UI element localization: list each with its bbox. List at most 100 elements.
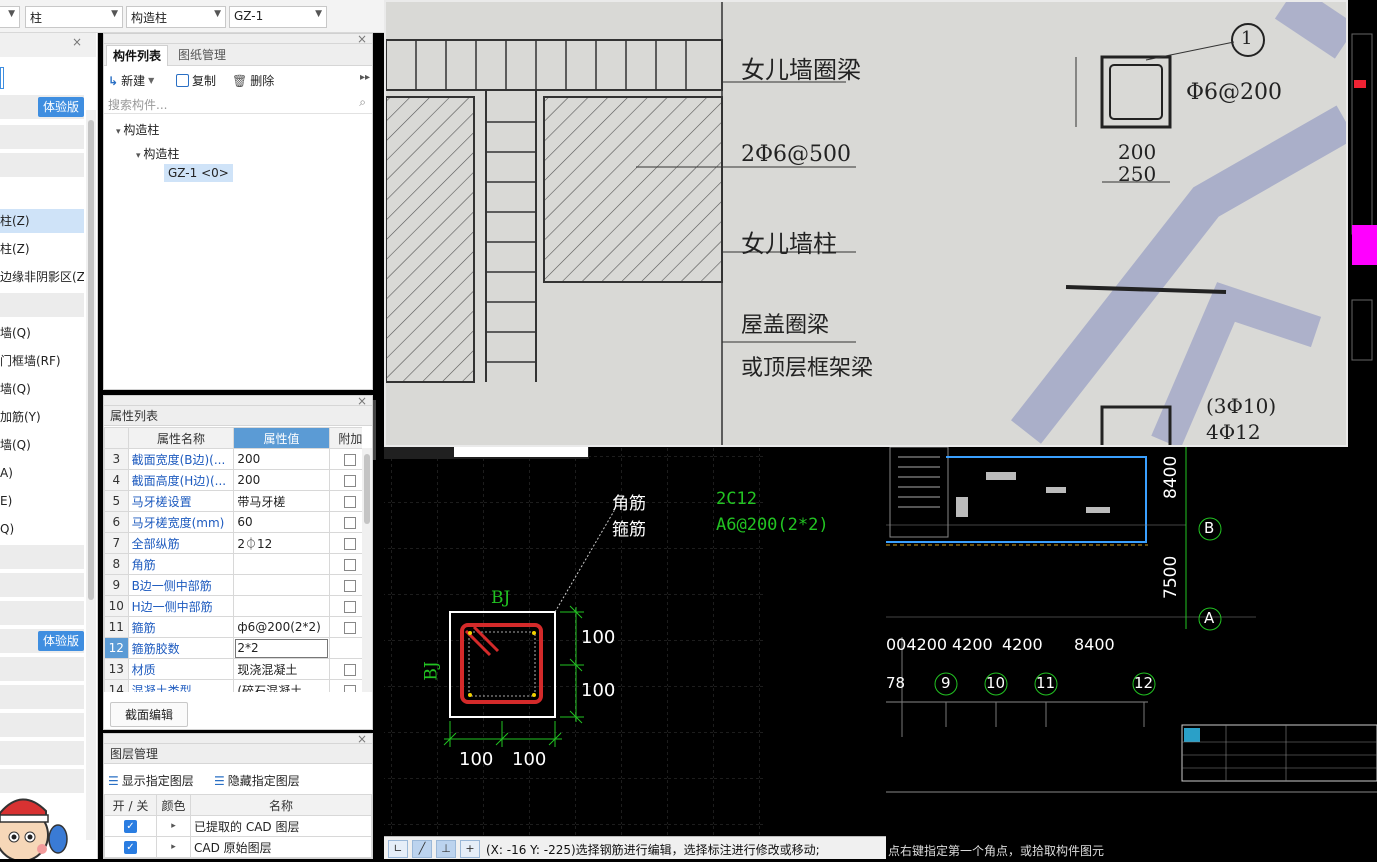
extra-checkbox-cell[interactable] xyxy=(328,595,362,617)
property-value[interactable]: 200 xyxy=(233,469,330,491)
more-icon[interactable]: ▸▸ xyxy=(360,72,370,83)
dimension-label[interactable]: 100 xyxy=(459,749,493,770)
checkbox[interactable] xyxy=(344,516,357,529)
extra-checkbox-cell[interactable] xyxy=(328,511,362,533)
extra-checkbox-cell[interactable] xyxy=(328,469,362,491)
copy-button[interactable]: 复制 xyxy=(176,72,216,89)
nav-group[interactable] xyxy=(0,545,84,569)
nav-item[interactable]: 柱(Z) xyxy=(0,237,84,261)
dimension-label[interactable]: 100 xyxy=(581,627,615,648)
bj-top-label[interactable]: BJ xyxy=(491,588,510,608)
nav-item[interactable]: 加筋(Y) xyxy=(0,405,84,429)
property-scrollbar[interactable] xyxy=(362,448,372,692)
corner-rebar-value[interactable]: 2C12 xyxy=(716,489,757,509)
checkbox[interactable] xyxy=(344,579,357,592)
checkbox[interactable] xyxy=(344,537,357,550)
delete-button[interactable]: 🗑 删除 xyxy=(232,72,274,89)
nav-scrollbar[interactable] xyxy=(86,110,96,840)
section-editor-canvas[interactable]: 角筋 箍筋 2C12 A6@200(2*2) BJ BJ 100 100 100… xyxy=(384,447,886,859)
property-row[interactable]: 4 截面高度(H边)(... 200 xyxy=(104,469,362,491)
extra-checkbox-cell[interactable] xyxy=(328,616,362,638)
tree-node-type[interactable]: ▾ 构造柱 xyxy=(136,145,179,162)
expand-icon[interactable]: ▸ xyxy=(156,815,191,837)
nav-item[interactable]: E) xyxy=(0,489,84,513)
scrollbar-thumb[interactable] xyxy=(364,454,370,524)
tree-node-gz1[interactable]: GZ-1 <0> xyxy=(164,164,233,182)
property-value[interactable]: 带马牙槎 xyxy=(233,490,330,512)
category-select[interactable]: 柱 ▼ xyxy=(25,6,123,28)
nav-group[interactable] xyxy=(0,601,84,625)
property-value[interactable]: ф6@200(2*2) xyxy=(233,616,330,638)
property-row[interactable]: 5 马牙槎设置 带马牙槎 xyxy=(104,490,362,512)
scrollbar-thumb[interactable] xyxy=(88,120,94,600)
splitter-handle[interactable] xyxy=(373,400,376,460)
new-button[interactable]: ↳ 新建 ▼ xyxy=(108,72,154,89)
expand-icon[interactable]: ▸ xyxy=(156,836,191,858)
section-edit-button[interactable]: 截面编辑 xyxy=(110,702,189,727)
nav-item[interactable]: 门框墙(RF) xyxy=(0,349,84,373)
tree-node-root[interactable]: ▾ 构造柱 xyxy=(116,121,159,138)
checkbox[interactable] xyxy=(344,663,357,676)
property-row[interactable]: 7 全部纵筋 2⏀12 xyxy=(104,532,362,554)
component-search-input[interactable]: 搜索构件... ⌕ xyxy=(104,94,372,114)
perpendicular-icon[interactable]: ⊥ xyxy=(436,840,456,858)
tab-drawing-management[interactable]: 图纸管理 xyxy=(172,45,232,66)
show-layer-button[interactable]: ☰ 显示指定图层 xyxy=(108,772,194,789)
close-icon[interactable]: × xyxy=(72,35,82,49)
nav-item[interactable]: Q) xyxy=(0,517,84,541)
property-row[interactable]: 11 箍筋 ф6@200(2*2) xyxy=(104,616,362,638)
dimension-label[interactable]: 100 xyxy=(512,749,546,770)
nav-group[interactable] xyxy=(0,125,84,149)
nav-item[interactable]: 边缘非阴影区(Z) xyxy=(0,265,84,289)
nav-group[interactable] xyxy=(0,713,84,737)
panel-drag-bar[interactable]: × xyxy=(104,394,372,408)
nav-group[interactable] xyxy=(0,657,84,681)
panel-drag-bar[interactable]: × xyxy=(104,32,372,46)
line-tool-icon[interactable]: ╱ xyxy=(412,840,432,858)
panel-drag-bar[interactable]: × xyxy=(104,732,372,746)
checkbox[interactable] xyxy=(344,453,357,466)
nav-item[interactable]: 墙(Q) xyxy=(0,433,84,457)
property-row[interactable]: 3 截面宽度(B边)(... 200 xyxy=(104,448,362,470)
checkbox[interactable] xyxy=(344,474,357,487)
extra-checkbox-cell[interactable] xyxy=(328,658,362,680)
checkbox[interactable] xyxy=(344,621,357,634)
property-row[interactable]: 8 角筋 xyxy=(104,553,362,575)
property-value[interactable]: (碎石混凝土 ... xyxy=(233,679,330,692)
layer-row[interactable]: ✓ ▸ 已提取的 CAD 图层 xyxy=(104,815,372,837)
nav-item[interactable]: 墙(Q) xyxy=(0,377,84,401)
dimension-label[interactable]: 100 xyxy=(581,680,615,701)
property-row[interactable]: 13 材质 现浇混凝土 xyxy=(104,658,362,680)
nav-group[interactable] xyxy=(0,153,84,177)
tab-component-list[interactable]: 构件列表 xyxy=(106,45,169,66)
extra-checkbox-cell[interactable] xyxy=(328,532,362,554)
property-value[interactable]: 2⏀12 xyxy=(233,532,330,554)
property-value[interactable] xyxy=(233,553,330,575)
nav-group[interactable] xyxy=(0,573,84,597)
stirrup-value[interactable]: A6@200(2*2) xyxy=(716,515,829,535)
ortho-icon[interactable]: ∟ xyxy=(388,840,408,858)
layer-toggle[interactable]: ✓ xyxy=(104,836,157,858)
checkbox[interactable] xyxy=(344,558,357,571)
assistant-mascot-icon[interactable] xyxy=(0,791,70,862)
extra-checkbox-cell[interactable] xyxy=(328,490,362,512)
property-value[interactable]: 60 xyxy=(233,511,330,533)
checkbox[interactable] xyxy=(344,600,357,613)
layer-row[interactable]: ✓ ▸ CAD 原始图层 xyxy=(104,836,372,858)
nav-group[interactable] xyxy=(0,741,84,765)
component-select[interactable]: GZ-1 ▼ xyxy=(229,6,327,28)
checkbox[interactable] xyxy=(344,495,357,508)
extra-checkbox-cell[interactable] xyxy=(328,448,362,470)
nav-item[interactable]: 墙(Q) xyxy=(0,321,84,345)
property-row[interactable]: 9 B边一侧中部筋 xyxy=(104,574,362,596)
reference-photo-overlay[interactable]: 女儿墙圈梁 2Φ6@500 女儿墙柱 屋盖圈梁 或顶层框架梁 Φ6@200 20… xyxy=(384,0,1348,447)
nav-item[interactable]: A) xyxy=(0,461,84,485)
cad-plan-view[interactable]: 8400 7500 B A 004200 4200 4200 8400 78 9… xyxy=(886,447,1377,859)
nav-search-input[interactable] xyxy=(0,67,4,89)
bj-left-label[interactable]: BJ xyxy=(422,661,442,680)
nav-group[interactable] xyxy=(0,293,84,317)
nav-item[interactable]: 柱(Z) xyxy=(0,209,84,233)
property-value[interactable] xyxy=(233,574,330,596)
floor-select[interactable]: ▼ xyxy=(0,6,20,28)
hide-layer-button[interactable]: ☰ 隐藏指定图层 xyxy=(214,772,300,789)
